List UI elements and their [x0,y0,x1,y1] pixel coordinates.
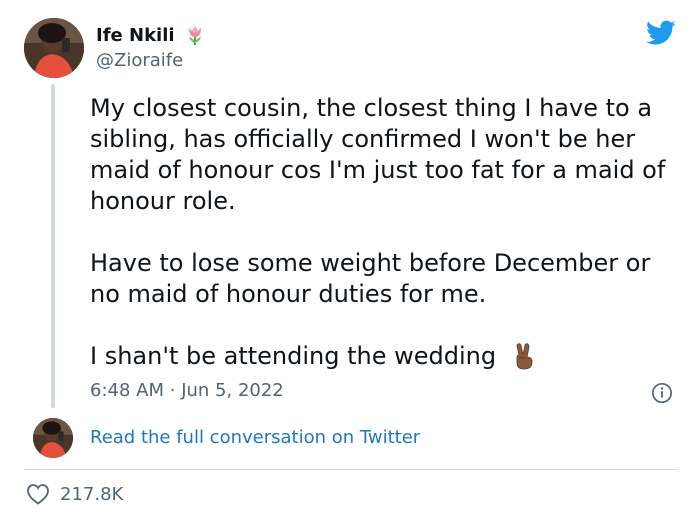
author-handle[interactable]: @Zioraife [96,50,183,71]
tweet-time: 6:48 AM [90,380,164,401]
divider [24,469,677,470]
reply-avatar[interactable] [33,418,73,458]
avatar-image [33,418,73,458]
read-full-conversation-link[interactable]: Read the full conversation on Twitter [90,427,420,448]
tweet-text: My closest cousin, the closest thing I h… [90,93,680,372]
like-button[interactable]: 217.8K [26,483,123,505]
heart-outline-icon [27,484,49,505]
avatar-image [24,18,84,78]
author-name[interactable]: Ife Nkili [96,23,207,47]
tweet-paragraph-text: I shan't be attending the wedding [90,342,497,370]
author-avatar[interactable] [24,18,84,78]
meta-separator: · [169,380,176,401]
tweet-paragraph: Have to lose some weight before December… [90,249,651,308]
info-icon[interactable] [651,382,673,404]
tweet-paragraph: I shan't be attending the wedding [90,341,680,372]
likes-count: 217.8K [60,483,124,505]
tweet-timestamp[interactable]: 6:48 AM · Jun 5, 2022 [90,380,284,401]
tweet-date: Jun 5, 2022 [181,380,284,401]
tulip-emoji [188,26,201,45]
author-display-name: Ife Nkili [96,24,175,46]
thread-connector-line [51,84,55,408]
victory-hand-emoji [516,343,533,370]
twitter-bird-icon[interactable] [646,20,676,46]
tweet-paragraph: My closest cousin, the closest thing I h… [90,94,666,215]
